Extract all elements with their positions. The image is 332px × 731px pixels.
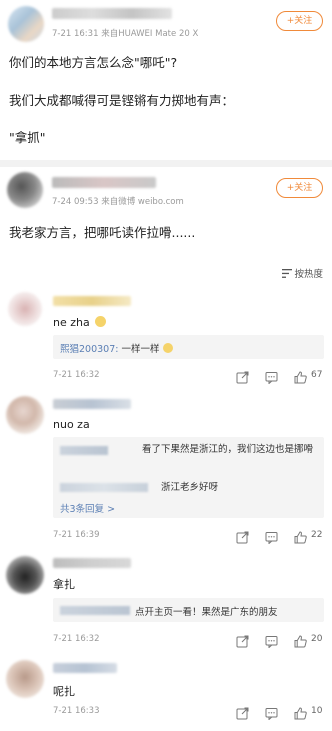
comment-text: 呢扎 (53, 685, 75, 698)
share-icon[interactable] (236, 369, 249, 384)
avatar[interactable] (7, 172, 43, 208)
avatar[interactable] (6, 556, 44, 594)
username[interactable] (53, 558, 131, 568)
username[interactable] (53, 296, 131, 306)
more-replies-link[interactable]: 共3条回复 > (60, 501, 115, 515)
avatar[interactable] (8, 6, 44, 42)
share-icon[interactable] (236, 633, 249, 648)
reply-username[interactable]: 熙猖200307: (60, 344, 118, 355)
username[interactable] (52, 177, 156, 188)
reply-box[interactable]: 点开主页一看！果然是广东的朋友 (53, 598, 324, 622)
post-text-line-2: 我们大成都喊得可是铿锵有力掷地有声： (9, 93, 235, 108)
like-icon[interactable] (294, 369, 307, 384)
username[interactable] (53, 663, 117, 673)
reply-text-1: 点开主页一看！果然是广东的朋友 (135, 607, 278, 618)
comment-text: nuo za (53, 418, 90, 431)
comment-icon[interactable] (265, 633, 278, 649)
reply-text-2: 浙江老乡好呀 (161, 482, 219, 493)
follow-button[interactable]: +关注 (276, 11, 323, 31)
comment-time: 7-21 16:33 (53, 706, 100, 716)
comment-text: 拿扎 (53, 578, 75, 591)
comment-icon[interactable] (265, 705, 278, 721)
comment-time: 7-21 16:32 (53, 634, 100, 644)
post-text: 我老家方言，把哪吒读作拉嗗...... (9, 225, 196, 240)
comment-time: 7-21 16:32 (53, 370, 100, 380)
like-icon[interactable] (294, 529, 307, 544)
comment-text: ne zha (53, 316, 107, 329)
comment-icon[interactable] (265, 369, 278, 385)
reply-box[interactable]: 熙猖200307: 一样一样 (53, 335, 324, 359)
comment-time: 7-21 16:39 (53, 530, 100, 540)
reply-text: 一样一样 (118, 344, 160, 355)
reply-username[interactable] (60, 446, 108, 455)
share-icon[interactable] (236, 529, 249, 544)
like-count: 20 (311, 634, 323, 644)
divider (0, 160, 332, 167)
emoji-icon (162, 343, 173, 353)
emoji-icon (95, 316, 107, 327)
sort-by-hot[interactable]: 按热度 (282, 266, 323, 281)
reply-box[interactable]: 看了下果然是浙江的，我们这边也是挪嗗 浙江老乡好呀 共3条回复 > (53, 437, 324, 518)
like-icon[interactable] (294, 705, 307, 720)
post-1: 7-21 16:31 来自HUAWEI Mate 20 X +关注 你们的本地方… (0, 0, 332, 150)
avatar[interactable] (6, 396, 44, 434)
follow-button[interactable]: +关注 (276, 178, 323, 198)
comment-text-value: ne zha (53, 316, 90, 329)
sort-label: 按热度 (294, 269, 323, 280)
share-icon[interactable] (236, 705, 249, 720)
like-icon[interactable] (294, 633, 307, 648)
like-count: 67 (311, 370, 323, 380)
post-meta: 7-24 09:53 来自微博 weibo.com (52, 197, 184, 207)
reply-username[interactable] (60, 606, 130, 615)
avatar[interactable] (6, 660, 44, 698)
post-meta: 7-21 16:31 来自HUAWEI Mate 20 X (52, 29, 199, 39)
post-2: 7-24 09:53 来自微博 weibo.com +关注 我老家方言，把哪吒读… (0, 167, 332, 242)
post-text-line-3: "拿抓" (9, 130, 46, 145)
avatar[interactable] (8, 292, 42, 326)
post-text-line-1: 你们的本地方言怎么念"哪吒"? (9, 55, 178, 70)
like-count: 22 (311, 530, 323, 540)
username[interactable] (53, 399, 131, 409)
reply-text-1: 看了下果然是浙江的，我们这边也是挪嗗 (142, 444, 314, 455)
comment-icon[interactable] (265, 529, 278, 545)
reply-username[interactable] (60, 483, 148, 492)
username[interactable] (52, 8, 172, 19)
sort-icon (282, 269, 293, 281)
like-count: 10 (311, 706, 323, 716)
